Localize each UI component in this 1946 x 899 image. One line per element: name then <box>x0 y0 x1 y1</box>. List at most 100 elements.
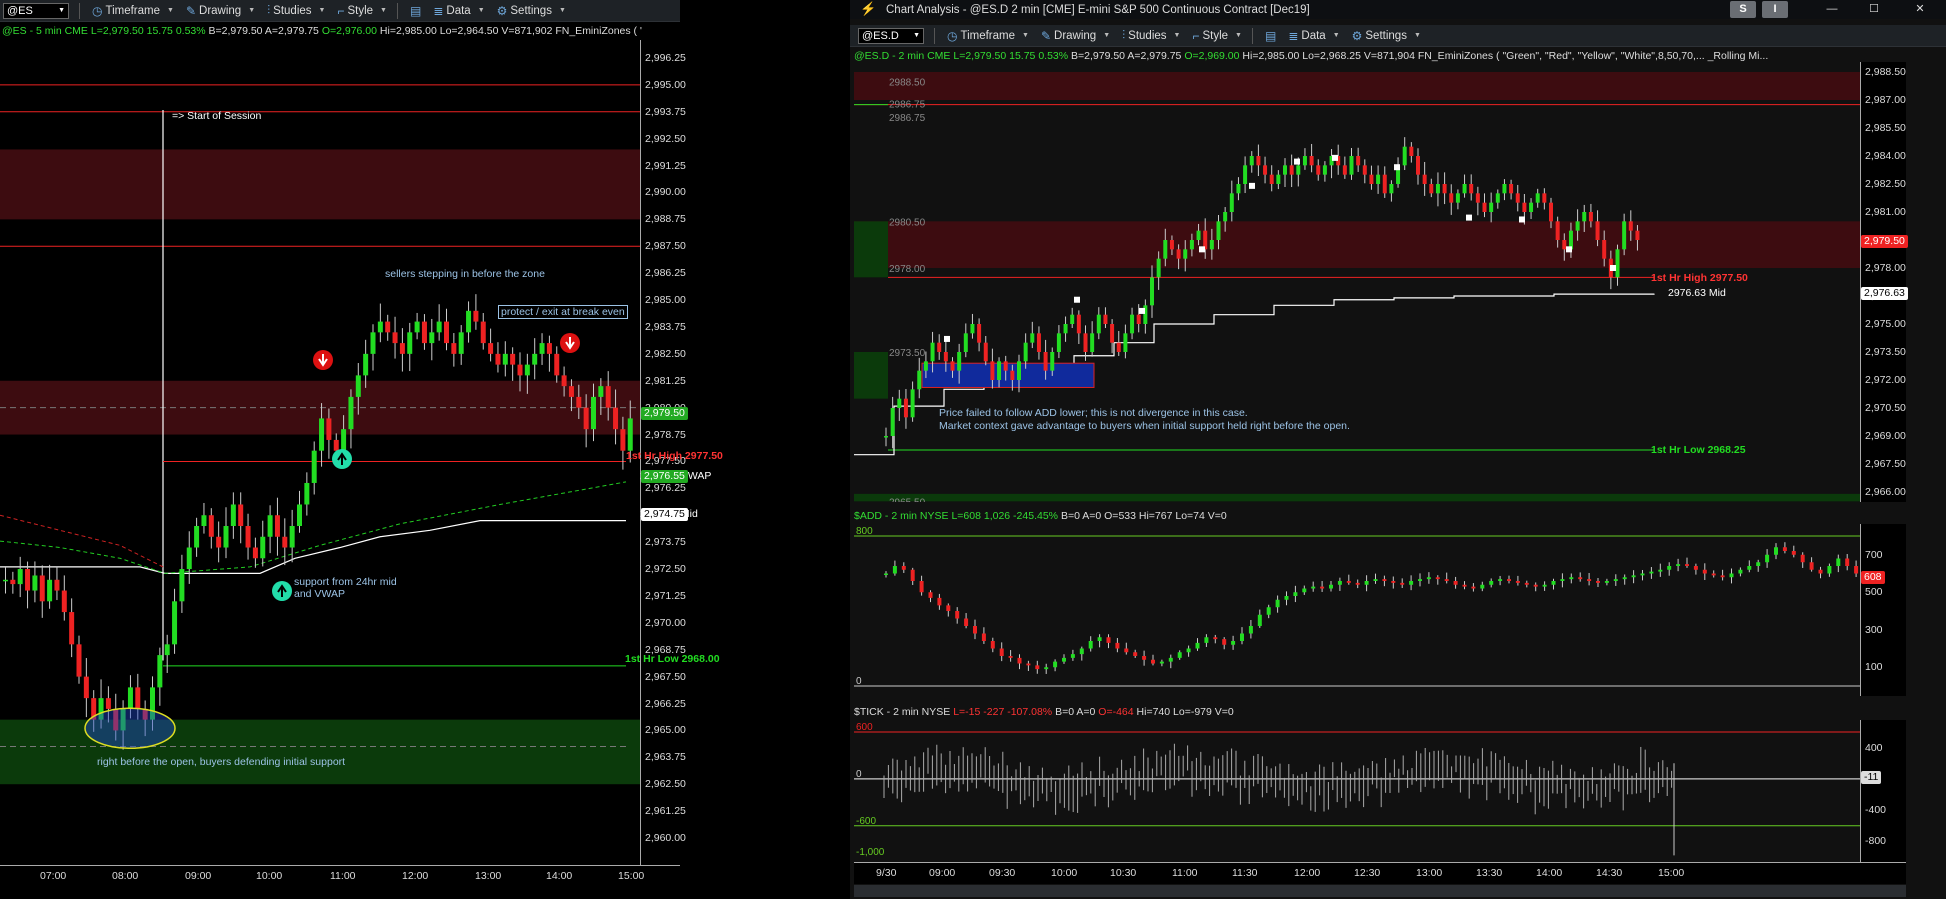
add-bar <box>1248 626 1253 634</box>
right-time-axis[interactable]: 9/30 09:00 09:30 10:00 10:30 11:00 11:30 12:00 1… <box>854 862 1906 884</box>
add-bar <box>1604 581 1609 583</box>
settings-menu[interactable]: ⚙ Settings ▼ <box>1352 29 1421 43</box>
candle-body <box>1489 202 1494 212</box>
chevron-down-icon: ▼ <box>1022 32 1029 39</box>
add-plot[interactable]: 800 0 <box>854 524 1860 696</box>
price-label: 2,988.75 <box>645 213 686 226</box>
style-menu[interactable]: ⌐ Style ▼ <box>337 4 387 18</box>
drawing-menu[interactable]: ✎ Drawing ▼ <box>1041 29 1110 43</box>
candle-body <box>1442 184 1447 194</box>
candle-body <box>1349 156 1354 175</box>
candle-body <box>407 332 413 354</box>
signal-marker <box>1610 265 1616 271</box>
left-price-plot[interactable] <box>0 40 640 865</box>
signal-marker <box>1249 182 1255 189</box>
timeframe-menu[interactable]: ◷ Timeframe ▼ <box>947 29 1029 43</box>
candle-body <box>997 361 1002 380</box>
time-label: 13:00 <box>1416 867 1443 879</box>
candle-body <box>69 612 75 645</box>
right-price-axis[interactable]: 2,988.50 2,987.00 2,985.50 2,984.00 2,982.50… <box>1860 62 1906 502</box>
candle-body <box>260 536 266 559</box>
candle-body <box>1103 314 1108 324</box>
add-header-symbol: $ADD - 2 min NYSE <box>854 510 949 522</box>
price-label: 2,991.25 <box>645 159 686 172</box>
last-price-tag: 2,979.50 <box>1861 235 1908 248</box>
time-label: 08:00 <box>112 870 139 882</box>
add-level-800-label: 800 <box>856 526 873 537</box>
left-toolbar: @ES ▼ ◷ Timeframe ▼ ✎ Drawing ▼ ⫶ Studies ▼ ⌐ St… <box>0 0 680 22</box>
horizontal-scrollbar[interactable] <box>854 885 1906 897</box>
add-bar <box>1079 648 1084 655</box>
add-bar <box>1222 639 1227 645</box>
add-bar <box>1062 657 1066 662</box>
candle-body <box>47 579 53 602</box>
candle-body <box>1376 174 1381 184</box>
symbol-box[interactable]: @ES.D ▼ <box>858 27 924 44</box>
tick-axis[interactable]: 400 -400 -800 <box>1860 720 1906 862</box>
candle-body <box>1535 193 1540 203</box>
add-bar <box>1266 607 1271 615</box>
add-bar <box>1729 573 1734 578</box>
candle-body <box>1575 221 1580 231</box>
minimize-icon[interactable]: — <box>1820 2 1844 17</box>
candle-body <box>524 364 530 376</box>
settings-menu[interactable]: ⚙ Settings ▼ <box>497 4 566 18</box>
studies-menu[interactable]: ⫶ Studies ▼ <box>267 3 325 18</box>
price-label: 2,973.50 <box>1865 346 1906 358</box>
settings-label: Settings <box>1365 29 1407 42</box>
candle-body <box>348 396 354 430</box>
header-rest: Hi=2,985.00 Lo=2,968.25 V=871,904 FN_Emi… <box>1242 50 1769 62</box>
add-bar <box>1133 652 1138 656</box>
zone-level-label: 2986.75 <box>889 113 926 124</box>
candle-body <box>1595 221 1600 240</box>
left-time-axis[interactable]: 07:00 08:00 09:00 10:00 11:00 12:00 13:00 14:00… <box>0 865 680 899</box>
candle-body <box>201 515 207 526</box>
symbol-box[interactable]: @ES ▼ <box>3 2 69 19</box>
drawing-menu[interactable]: ✎ Drawing ▼ <box>186 4 255 18</box>
candle-body <box>282 536 288 548</box>
data-menu[interactable]: ≣ Data ▼ <box>433 4 484 18</box>
layout-button[interactable]: ▤ <box>410 4 421 18</box>
time-label: 11:30 <box>1232 867 1258 879</box>
title-bar: ⚡ Chart Analysis - @ES.D 2 min [CME] E-m… <box>850 0 1946 19</box>
add-bar <box>1560 579 1565 581</box>
candle-body <box>1402 146 1407 166</box>
style-menu[interactable]: ⌐ Style ▼ <box>1192 29 1242 43</box>
layout-button[interactable]: ▤ <box>1265 29 1276 43</box>
candle-body <box>1236 184 1241 194</box>
tick-header-symbol: $TICK - 2 min NYSE <box>854 706 951 718</box>
tick-level-label: -1,000 <box>856 847 885 858</box>
price-label: 2,973.75 <box>645 536 686 549</box>
candle-body <box>429 332 435 344</box>
tick-plot[interactable]: 600 0 -600 -1,000 <box>854 720 1860 862</box>
price-label: 2,992.50 <box>645 132 686 145</box>
add-bar <box>1382 579 1387 581</box>
first-hour-high-label: 1st Hr High 2977.50 <box>626 450 723 462</box>
data-menu[interactable]: ≣ Data ▼ <box>1288 29 1339 43</box>
chevron-down-icon: ▼ <box>1103 32 1111 39</box>
add-bar <box>1337 581 1342 585</box>
candle-body <box>488 343 494 354</box>
style-icon: ⌐ <box>337 3 345 18</box>
close-icon[interactable]: ✕ <box>1908 2 1932 17</box>
i-button[interactable]: I <box>1762 1 1788 18</box>
add-axis[interactable]: 700 500 300 100 <box>1860 524 1906 696</box>
candle-body <box>1183 249 1188 259</box>
signal-marker <box>1466 214 1472 221</box>
candle-body <box>1509 184 1514 194</box>
candle-body <box>127 687 133 709</box>
candle-body <box>613 407 619 430</box>
studies-menu[interactable]: ⫶ Studies ▼ <box>1122 28 1180 43</box>
first-hour-high-label: 1st Hr High 2977.50 <box>1651 272 1748 284</box>
s-button[interactable]: S <box>1730 1 1756 18</box>
timeframe-menu[interactable]: ◷ Timeframe ▼ <box>92 4 174 18</box>
time-label: 09:00 <box>185 870 212 882</box>
candle-body <box>172 601 178 645</box>
candle-body <box>76 644 82 677</box>
add-bar <box>1774 547 1778 555</box>
candle-body <box>510 353 516 365</box>
maximize-icon[interactable]: ☐ <box>1862 2 1886 17</box>
left-chart-window: @ES ▼ ◷ Timeframe ▼ ✎ Drawing ▼ ⫶ Studies ▼ ⌐ St… <box>0 0 723 899</box>
price-label: 2,987.00 <box>1865 94 1906 106</box>
candle-body <box>620 429 626 451</box>
